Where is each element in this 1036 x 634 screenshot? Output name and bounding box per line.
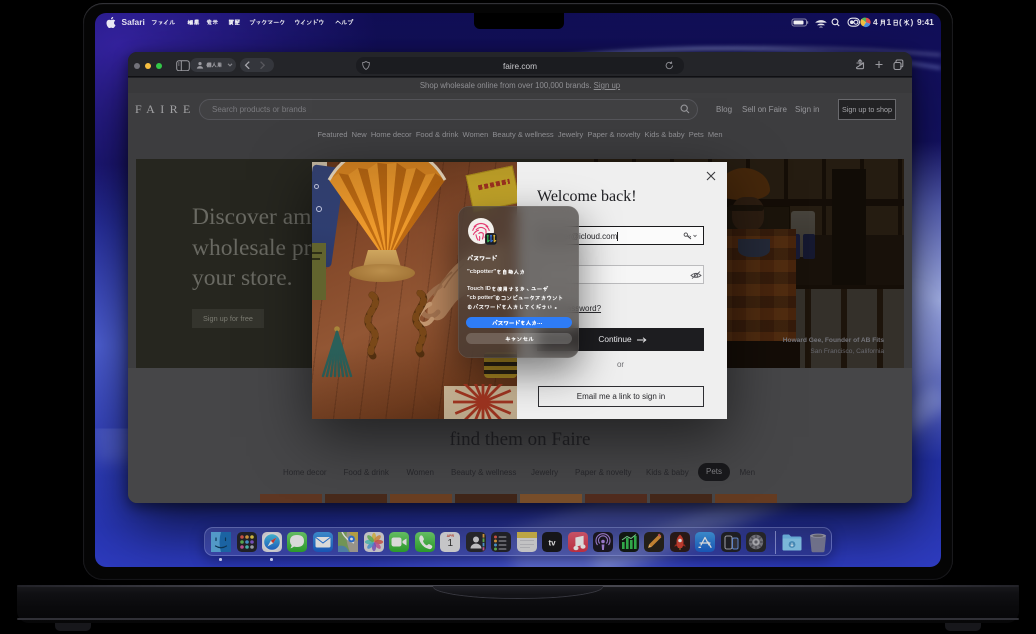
- svg-text:tv: tv: [549, 539, 557, 548]
